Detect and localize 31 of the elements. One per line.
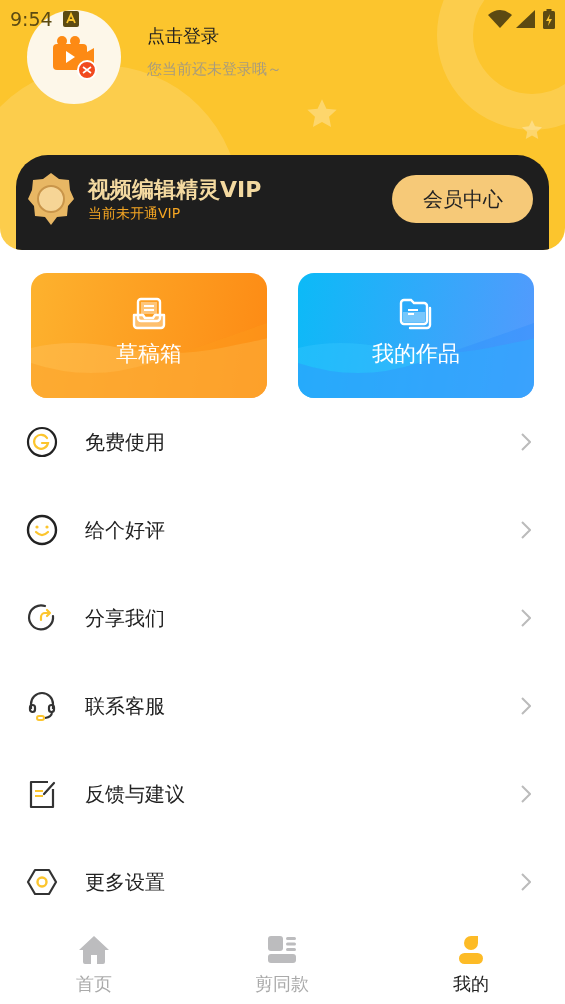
vip-status: 当前未开通VIP	[88, 205, 182, 223]
home-icon	[78, 934, 111, 966]
menu-item[interactable]: 反馈与建议	[0, 750, 565, 838]
layout-icon	[266, 934, 299, 966]
menu-item[interactable]: 免费使用	[0, 398, 565, 486]
login-hint: 您当前还未登录哦～	[147, 59, 282, 79]
chevron-right-icon	[521, 785, 531, 803]
chevron-right-icon	[521, 609, 531, 627]
vip-medal-icon	[28, 173, 74, 225]
login-link[interactable]: 点击登录	[147, 23, 282, 48]
star-icon	[521, 119, 543, 141]
menu-item[interactable]: 给个好评	[0, 486, 565, 574]
signal-icon	[516, 10, 535, 28]
menu-item[interactable]: 更多设置	[0, 838, 565, 926]
wifi-icon	[488, 10, 512, 28]
video-camera-icon	[51, 34, 97, 80]
tab[interactable]: 我的	[376, 926, 565, 1004]
smiley-icon	[26, 514, 58, 546]
chevron-right-icon	[521, 521, 531, 539]
chevron-right-icon	[521, 873, 531, 891]
menu-item[interactable]: 联系客服	[0, 662, 565, 750]
settings-icon	[26, 866, 58, 898]
battery-icon	[543, 9, 555, 29]
chevron-right-icon	[521, 433, 531, 451]
headset-icon	[26, 690, 58, 722]
chevron-right-icon	[521, 697, 531, 715]
star-icon	[306, 98, 338, 130]
member-center-button[interactable]: 会员中心	[392, 175, 533, 223]
vip-title: 视频编辑精灵VIP	[88, 176, 263, 204]
g-circle-icon	[26, 426, 58, 458]
menu-item[interactable]: 分享我们	[0, 574, 565, 662]
